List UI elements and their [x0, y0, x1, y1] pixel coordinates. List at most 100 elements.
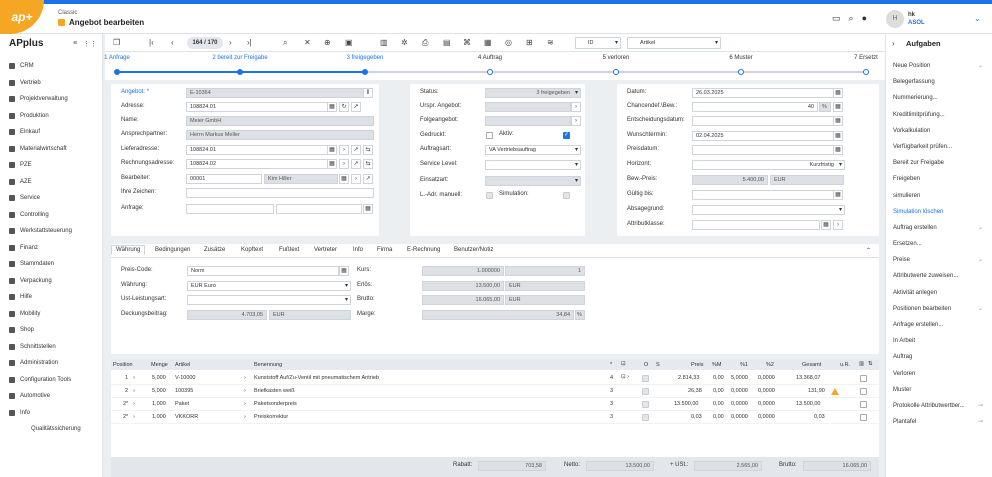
calendar-icon[interactable]: ▦: [327, 145, 337, 155]
cell-checkbox[interactable]: [860, 375, 867, 382]
task-simulieren[interactable]: simulieren: [886, 188, 992, 204]
first-record-icon[interactable]: |‹: [149, 37, 154, 49]
auftragsart-select[interactable]: VA Vertriebsauftrag: [485, 145, 581, 155]
tab-kopftext[interactable]: Kopftext: [241, 247, 263, 253]
task-auftrag-erstellen[interactable]: Auftrag erstellen ⌄: [886, 220, 992, 236]
tab-zusaetze[interactable]: Zusätze: [204, 247, 225, 253]
chevron-right-icon[interactable]: ›: [339, 159, 349, 169]
col-position[interactable]: Position: [113, 362, 133, 368]
step-anfrage[interactable]: 1 Anfrage: [77, 52, 157, 75]
marge-field[interactable]: 34,84: [422, 310, 574, 320]
view-select[interactable]: Artikel: [627, 37, 721, 49]
sidebar-item-vertrieb[interactable]: Vertrieb: [0, 75, 103, 92]
status-select[interactable]: 3 freigegeben: [485, 88, 581, 98]
bew-preis-field[interactable]: 5.400,00: [692, 175, 768, 185]
gear-icon[interactable]: ✲: [401, 37, 408, 49]
link-icon[interactable]: ⊸: [978, 414, 983, 430]
calendar-icon[interactable]: ▦: [339, 266, 349, 276]
chevron-right-icon[interactable]: ›: [351, 174, 361, 184]
warning-icon[interactable]: [831, 388, 839, 395]
sidebar-item-produktion[interactable]: Produktion: [0, 108, 103, 125]
angebot-field[interactable]: E-10364: [186, 88, 364, 98]
adresse-field[interactable]: 108824.01: [186, 102, 328, 112]
entscheidungsdatum-field[interactable]: [692, 116, 834, 126]
sidebar-item-hilfe[interactable]: Hilfe: [0, 289, 103, 306]
netto-field[interactable]: 13.500,00: [586, 461, 654, 471]
delete-icon[interactable]: ▥: [380, 37, 388, 49]
attachment-icon[interactable]: ⌘: [463, 37, 471, 49]
chevron-right-icon[interactable]: ›: [571, 116, 581, 126]
chevron-right-icon[interactable]: ›: [133, 375, 135, 381]
tab-waehrung[interactable]: Währung: [111, 245, 146, 255]
preview-icon[interactable]: ▤: [443, 37, 451, 49]
save-icon[interactable]: ▣: [345, 37, 353, 49]
cell-checkbox[interactable]: [860, 414, 867, 421]
sidebar-item-qualitaetssicherung[interactable]: Qualitätssicherung: [0, 421, 103, 438]
cell-checkbox[interactable]: [860, 388, 867, 395]
sidebar-item-schnittstellen[interactable]: Schnittstellen: [0, 339, 103, 356]
anfrage-field[interactable]: [186, 204, 274, 214]
link-icon[interactable]: ⇆: [363, 145, 373, 155]
sidebar-item-administration[interactable]: Administration: [0, 355, 103, 372]
calculator-icon[interactable]: ▦: [833, 102, 843, 112]
chevron-right-icon[interactable]: ›: [833, 220, 843, 230]
chevron-down-icon[interactable]: ⌄: [978, 252, 983, 268]
copy-icon[interactable]: ❐: [113, 37, 120, 49]
cell-o-checkbox[interactable]: [642, 414, 649, 421]
cell-o-checkbox[interactable]: [642, 388, 649, 395]
tab-benutzer-notiz[interactable]: Benutzer/Notiz: [454, 247, 493, 253]
add-icon[interactable]: ⊕: [324, 37, 331, 49]
task-preise[interactable]: Preise ⌄: [886, 252, 992, 268]
calendar-icon[interactable]: ▦: [833, 88, 843, 98]
task-in-arbeit[interactable]: In Arbeit: [886, 333, 992, 349]
table-row[interactable]: 1 › 5,000 V-10000 › Kunststoff Auf/Zu-Ve…: [111, 372, 879, 385]
sidebar-item-aze[interactable]: AZE: [0, 174, 103, 191]
task-attributwerte[interactable]: Attributwerte zuweisen...: [886, 268, 992, 284]
lieferadresse-field[interactable]: 108824.01: [186, 145, 328, 155]
calendar-icon[interactable]: ▦: [339, 174, 349, 184]
table-row[interactable]: 2 › 5,000 100395 › Briefkasten weiß 3 26…: [111, 385, 879, 398]
chevron-right-icon[interactable]: ›: [244, 414, 246, 420]
aktiv-checkbox[interactable]: [563, 131, 570, 139]
task-freigeben[interactable]: Freigeben: [886, 171, 992, 187]
simulation-checkbox[interactable]: [563, 192, 570, 199]
tab-firma[interactable]: Firma: [377, 247, 392, 253]
table-row[interactable]: 2* › 1,000 Paket › Paketsonderpreis 3 13…: [111, 398, 879, 411]
preiscode-field[interactable]: Norm: [187, 266, 339, 276]
last-record-icon[interactable]: ›|: [247, 37, 252, 49]
bulb-icon[interactable]: ●: [862, 13, 867, 24]
step-auftrag[interactable]: 4 Auftrag: [450, 52, 530, 75]
prev-record-icon[interactable]: ‹: [171, 37, 174, 49]
col-menge[interactable]: Menge: [151, 362, 168, 368]
sidebar-item-info[interactable]: Info: [0, 405, 103, 422]
sort-select[interactable]: ID: [575, 37, 621, 49]
step-bereit[interactable]: 2 bereit zur Freigabe: [200, 52, 280, 75]
chevron-down-icon[interactable]: ⌄: [974, 14, 981, 23]
next-record-icon[interactable]: ›: [229, 37, 232, 49]
chevron-down-icon[interactable]: ⌄: [978, 58, 983, 74]
waehrung-select[interactable]: EUR Euro: [187, 281, 351, 291]
task-muster[interactable]: Muster: [886, 382, 992, 398]
close-icon[interactable]: ✕: [304, 37, 311, 49]
sort-icon[interactable]: ≡: [73, 40, 77, 48]
sidebar-item-configuration-tools[interactable]: Configuration Tools: [0, 372, 103, 389]
calendar-icon[interactable]: ▦: [833, 145, 843, 155]
search-icon[interactable]: ⌕: [283, 37, 287, 49]
sidebar-item-controlling[interactable]: Controlling: [0, 207, 103, 224]
sidebar-item-verpackung[interactable]: Verpackung: [0, 273, 103, 290]
collapse-icon[interactable]: ⌃: [866, 247, 871, 254]
task-vorkalkulation[interactable]: Vorkalkulation: [886, 123, 992, 139]
ust-leistungsart-select[interactable]: [187, 295, 351, 305]
col-p1[interactable]: %1: [740, 362, 748, 368]
task-bereit-freigabe[interactable]: Bereit zur Freigabe: [886, 155, 992, 171]
task-positionen-bearbeiten[interactable]: Positionen bearbeiten ⌄: [886, 301, 992, 317]
col-expand-icon[interactable]: ⊡: [621, 361, 626, 367]
calendar-icon[interactable]: ▦: [327, 102, 337, 112]
einsatzart-select[interactable]: [485, 176, 581, 186]
link-icon[interactable]: ⊸: [978, 398, 983, 414]
kurs-factor-field[interactable]: 1: [505, 266, 585, 276]
deckungsbeitrag-field[interactable]: 4.703,05: [187, 310, 267, 320]
open-icon[interactable]: ↗: [351, 159, 361, 169]
absagegrund-select[interactable]: [692, 205, 845, 215]
calendar-icon[interactable]: ▦: [833, 190, 843, 200]
